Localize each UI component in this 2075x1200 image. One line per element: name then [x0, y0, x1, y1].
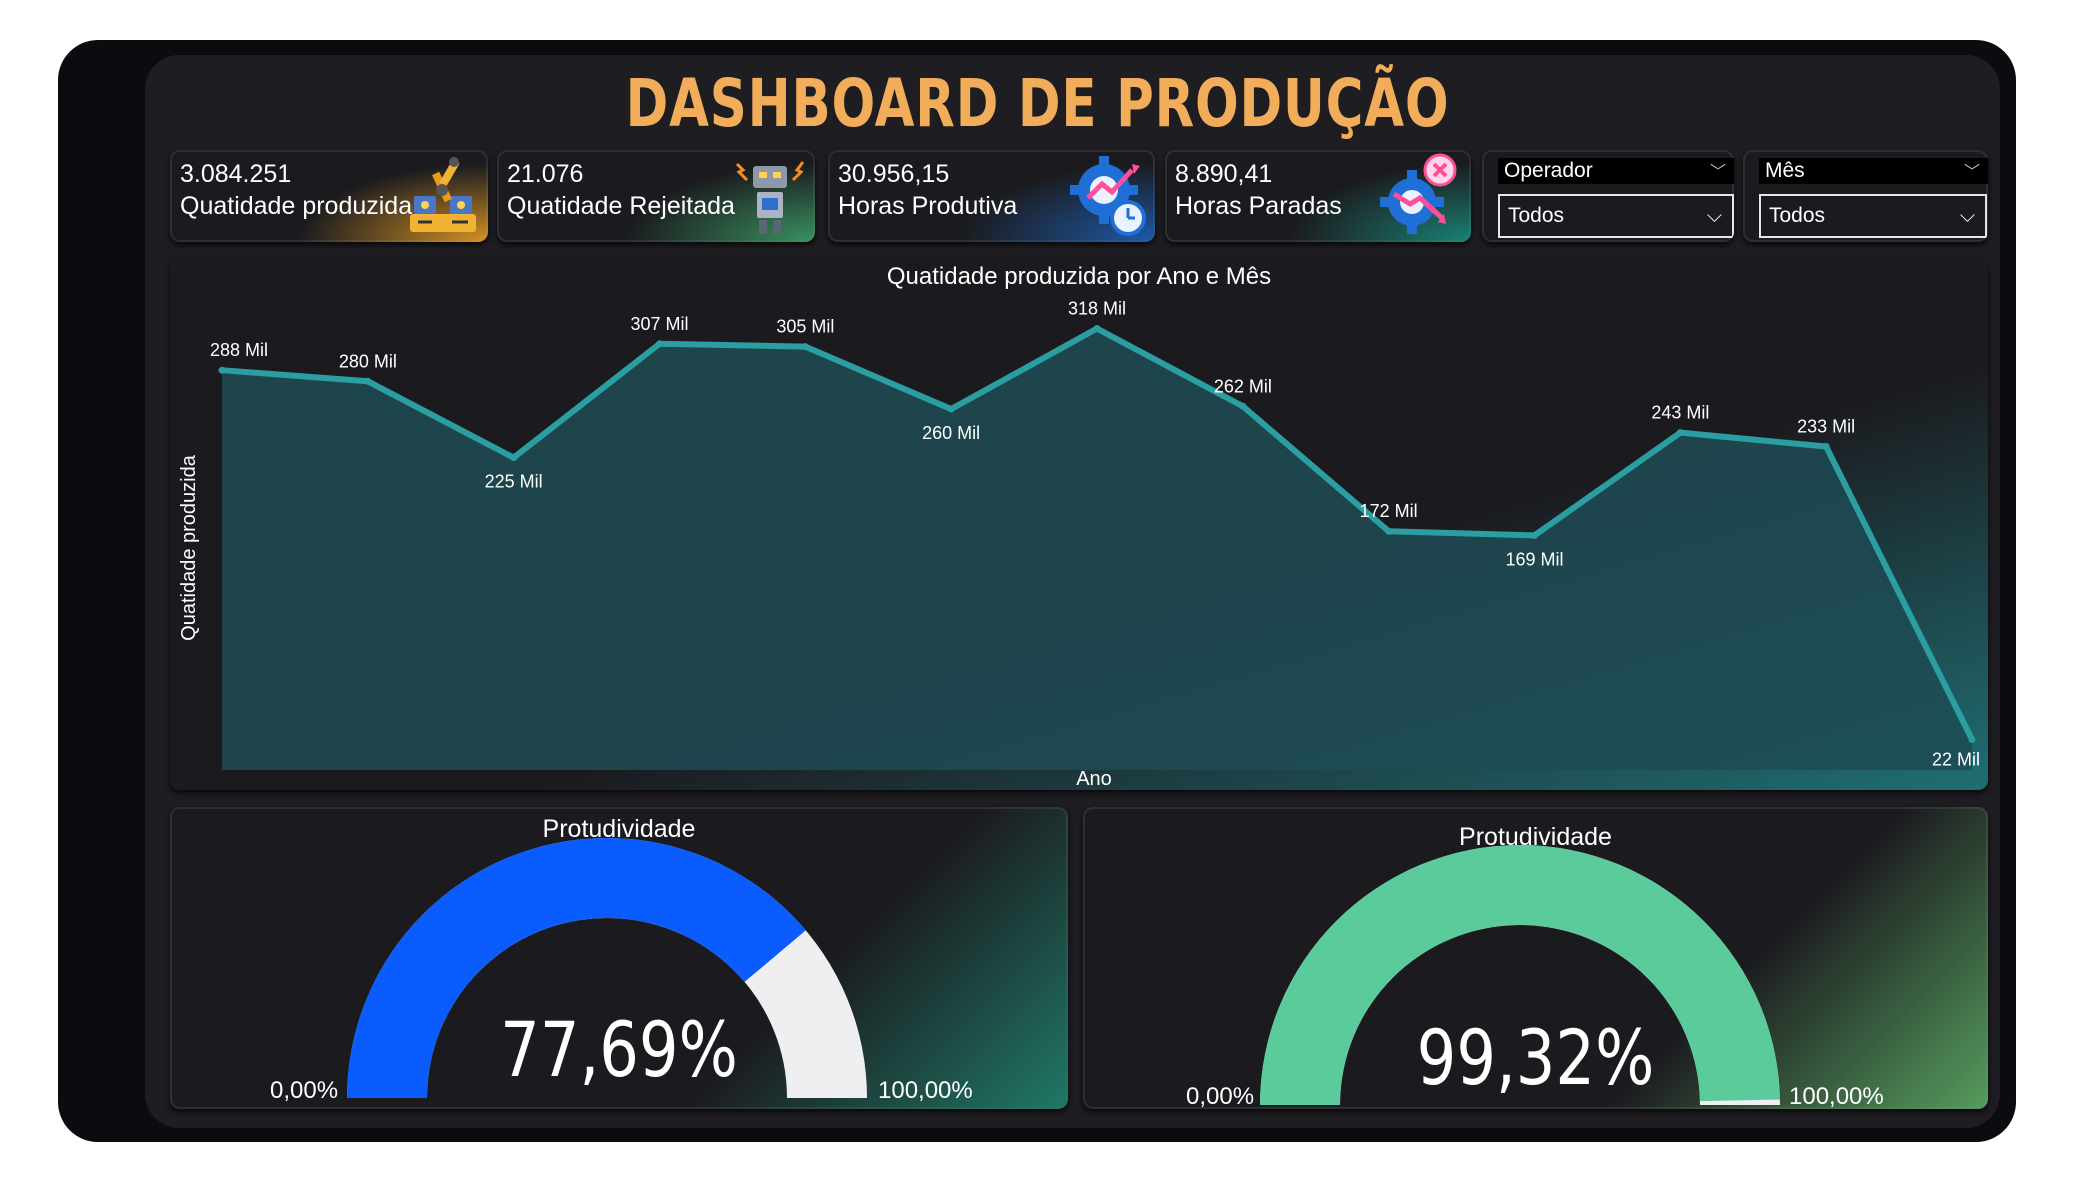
dashboard-title: DASHBOARD DE PRODUÇÃO: [625, 65, 1450, 142]
kpi-card-quantity-produced[interactable]: 3.084.251 Quatidade produzida: [170, 150, 488, 242]
kpi-label: Horas Produtiva: [838, 192, 1018, 220]
data-point[interactable]: [1968, 735, 1976, 743]
data-point[interactable]: [364, 377, 372, 385]
kpi-value: 3.084.251: [180, 160, 292, 188]
data-label: 262 Mil: [1214, 376, 1272, 396]
data-label: 243 Mil: [1651, 403, 1709, 423]
kpi-card-productive-hours[interactable]: 30.956,15 Horas Produtiva: [828, 150, 1155, 242]
kpi-label: Horas Paradas: [1175, 192, 1342, 220]
data-point[interactable]: [218, 366, 226, 374]
slicer-dropdown[interactable]: Todos ⌵: [1498, 194, 1734, 238]
slicer-selected-value: Todos: [1769, 204, 1826, 227]
chart-y-axis-label: Quatidade produzida: [178, 454, 200, 641]
data-label: 260 Mil: [922, 423, 980, 443]
data-point[interactable]: [1239, 402, 1247, 410]
chart-title: Quatidade produzida por Ano e Mês: [887, 263, 1271, 290]
data-point[interactable]: [1531, 531, 1538, 539]
production-area-chart[interactable]: Quatidade produzida por Ano e Mês Quatid…: [170, 258, 1988, 790]
gauge-max-label: 100,00%: [878, 1077, 973, 1104]
data-label: 318 Mil: [1068, 299, 1126, 319]
data-point[interactable]: [1822, 443, 1830, 451]
data-label: 225 Mil: [485, 472, 543, 492]
data-label: 169 Mil: [1505, 549, 1563, 569]
gear-growth-clock-icon: [1070, 156, 1146, 236]
kpi-value: 30.956,15: [838, 160, 950, 188]
gauge-card-productivity-1[interactable]: Protudividade 77,69% 0,00% 100,00%: [170, 807, 1068, 1109]
data-point[interactable]: [510, 454, 518, 462]
gauge-value: 77,69%: [500, 1005, 738, 1094]
slicer-label: Operador: [1504, 159, 1593, 182]
data-label: 307 Mil: [630, 314, 688, 334]
kpi-label: Quatidade produzida: [180, 192, 413, 220]
data-point[interactable]: [656, 340, 663, 348]
gauge-min-label: 0,00%: [1186, 1083, 1255, 1109]
data-label: 288 Mil: [210, 340, 268, 360]
data-point[interactable]: [1385, 527, 1393, 535]
data-label: 172 Mil: [1360, 501, 1418, 521]
gauge-max-label: 100,00%: [1789, 1083, 1884, 1109]
data-point[interactable]: [1676, 429, 1684, 437]
kpi-label: Quatidade Rejeitada: [507, 192, 735, 220]
gear-decline-stop-icon: [1380, 153, 1457, 234]
data-label: 280 Mil: [339, 351, 397, 371]
gauge-card-productivity-2[interactable]: Protudividade 99,32% 0,00% 100,00%: [1083, 807, 1988, 1109]
chart-x-axis-label: Ano: [1076, 768, 1112, 790]
slicer-label: Mês: [1765, 159, 1805, 182]
data-label: 305 Mil: [776, 317, 834, 337]
kpi-card-quantity-rejected[interactable]: 21.076 Quatidade Rejeitada: [497, 150, 815, 242]
slicer-header[interactable]: Mês ﹀: [1759, 158, 1988, 184]
data-point[interactable]: [1093, 325, 1101, 333]
slicer-dropdown[interactable]: Todos ⌵: [1759, 194, 1987, 238]
data-label: 22 Mil: [1932, 749, 1980, 769]
chevron-down-icon[interactable]: ﹀: [1710, 160, 1726, 186]
slicer-selected-value: Todos: [1508, 204, 1565, 227]
slicer-operador: Operador ﹀ Todos ⌵: [1482, 150, 1734, 242]
kpi-card-stopped-hours[interactable]: 8.890,41 Horas Paradas: [1165, 150, 1471, 242]
area-chart-svg: Quatidade produzida por Ano e Mês Quatid…: [170, 258, 1988, 790]
factory-robot-arm-icon: [410, 157, 476, 232]
gauge-min-label: 0,00%: [270, 1077, 339, 1104]
data-point[interactable]: [947, 405, 955, 413]
data-label: 233 Mil: [1797, 417, 1855, 437]
data-point[interactable]: [801, 343, 809, 351]
slicer-mes: Mês ﹀ Todos ⌵: [1743, 150, 1988, 242]
chevron-down-icon[interactable]: ⌵: [1960, 196, 1975, 236]
chevron-down-icon[interactable]: ﹀: [1964, 160, 1980, 186]
kpi-value: 21.076: [507, 160, 584, 188]
broken-robot-icon: [735, 161, 805, 234]
slicer-header[interactable]: Operador ﹀: [1498, 158, 1734, 184]
chevron-down-icon[interactable]: ⌵: [1707, 196, 1722, 236]
kpi-value: 8.890,41: [1175, 160, 1273, 188]
